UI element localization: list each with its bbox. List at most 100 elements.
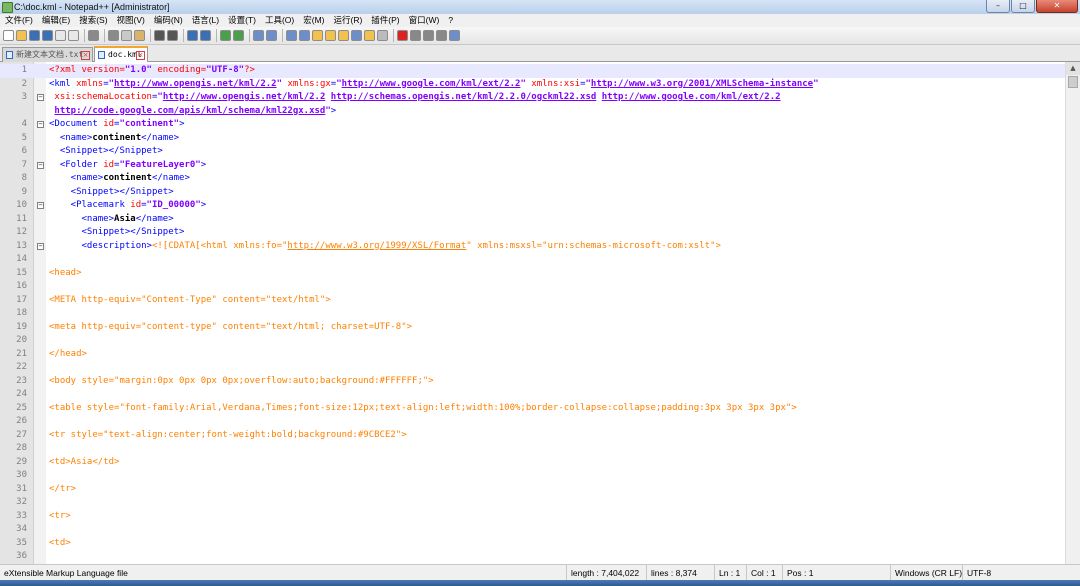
code-line[interactable]: 36: [0, 550, 1066, 564]
code-line[interactable]: 3 − xsi:schemaLocation="http://www.opengi…: [0, 91, 1066, 105]
fold-toggle-icon[interactable]: −: [37, 121, 44, 128]
minimize-button[interactable]: –: [986, 0, 1010, 13]
play-macro-icon[interactable]: [423, 30, 434, 41]
fold-toggle-icon[interactable]: −: [37, 94, 44, 101]
code-line[interactable]: 25 <table style="font-family:Arial,Verdan…: [0, 402, 1066, 416]
open-file-icon[interactable]: [16, 30, 27, 41]
save-all-icon[interactable]: [42, 30, 53, 41]
save-icon[interactable]: [29, 30, 40, 41]
sync-horizontal-icon[interactable]: [266, 30, 277, 41]
doc-map-icon[interactable]: [338, 30, 349, 41]
code-lines[interactable]: 1 <?xml version="1.0" encoding="UTF-8"?> 2…: [0, 64, 1066, 564]
code-line[interactable]: 32: [0, 496, 1066, 510]
menu-item-9[interactable]: 运行(R): [329, 14, 367, 27]
fold-toggle-icon[interactable]: −: [37, 242, 44, 250]
menu-item-7[interactable]: 工具(O): [261, 14, 299, 27]
folder-workspace-icon[interactable]: [364, 30, 375, 41]
menu-item-1[interactable]: 编辑(E): [38, 14, 75, 27]
menu-item-6[interactable]: 设置(T): [224, 14, 261, 27]
code-line[interactable]: 10 − <Placemark id="ID_00000">: [0, 199, 1066, 213]
code-line[interactable]: 15 <head>: [0, 267, 1066, 281]
editor[interactable]: 1 <?xml version="1.0" encoding="UTF-8"?> 2…: [0, 62, 1080, 564]
tab-close-icon[interactable]: ×: [81, 51, 90, 60]
stop-macro-icon[interactable]: [410, 30, 421, 41]
code-line[interactable]: 4 − <Document id="continent">: [0, 118, 1066, 132]
code-line[interactable]: http://code.google.com/apis/kml/schema/k…: [0, 105, 1066, 119]
show-all-chars-icon[interactable]: [299, 30, 310, 41]
code-line[interactable]: 35 <td>: [0, 537, 1066, 551]
menu-item-3[interactable]: 视图(V): [113, 14, 150, 27]
code-line[interactable]: 17 <META http-equiv="Content-Type" conten…: [0, 294, 1066, 308]
menu-item-5[interactable]: 语言(L): [188, 14, 224, 27]
code-line[interactable]: 21 </head>: [0, 348, 1066, 362]
code-line[interactable]: 11 <name>Asia</name>: [0, 213, 1066, 227]
cut-icon[interactable]: [108, 30, 119, 41]
code-line[interactable]: 24: [0, 388, 1066, 402]
code-line[interactable]: 26: [0, 415, 1066, 429]
run-macro-icon[interactable]: [436, 30, 447, 41]
code-line[interactable]: 7 − <Folder id="FeatureLayer0">: [0, 159, 1066, 173]
title-bar[interactable]: C:\doc.kml - Notepad++ [Administrator] –…: [0, 0, 1080, 15]
code-line[interactable]: 22: [0, 361, 1066, 375]
code-line[interactable]: 2 <kml xmlns="http://www.opengis.net/kml/…: [0, 78, 1066, 92]
tab-new-text-document[interactable]: 新建文本文档.txt ×: [2, 47, 93, 62]
status-eol[interactable]: Windows (CR LF): [890, 565, 962, 580]
code-line[interactable]: 23 <body style="margin:0px 0px 0px 0px;ov…: [0, 375, 1066, 389]
user-lang-icon[interactable]: [325, 30, 336, 41]
status-encoding[interactable]: UTF-8: [962, 565, 991, 580]
print-icon[interactable]: [88, 30, 99, 41]
find-icon[interactable]: [187, 30, 198, 41]
menu-item-8[interactable]: 宏(M): [299, 14, 329, 27]
save-macro-icon[interactable]: [449, 30, 460, 41]
close-icon[interactable]: [55, 30, 66, 41]
zoom-out-icon[interactable]: [233, 30, 244, 41]
code-line[interactable]: 29 <td>Asia</td>: [0, 456, 1066, 470]
code-line[interactable]: 13 − <description><![CDATA[<html xmlns:fo…: [0, 240, 1066, 254]
tab-doc-kml[interactable]: doc.kml ×: [94, 46, 148, 62]
menu-item-10[interactable]: 插件(P): [367, 14, 404, 27]
record-macro-icon[interactable]: [397, 30, 408, 41]
code-line[interactable]: 9 <Snippet></Snippet>: [0, 186, 1066, 200]
close-all-icon[interactable]: [68, 30, 79, 41]
fold-toggle-icon[interactable]: −: [37, 202, 44, 209]
sync-vertical-icon[interactable]: [253, 30, 264, 41]
scrollbar-thumb[interactable]: [1068, 76, 1078, 88]
menu-item-2[interactable]: 搜索(S): [75, 14, 112, 27]
code-line[interactable]: 30: [0, 469, 1066, 483]
menu-item-4[interactable]: 编码(N): [150, 14, 188, 27]
indent-guide-icon[interactable]: [312, 30, 323, 41]
code-line[interactable]: 34: [0, 523, 1066, 537]
menu-item-0[interactable]: 文件(F): [0, 14, 38, 27]
fold-toggle-icon[interactable]: −: [37, 161, 44, 169]
code-line[interactable]: 31 </tr>: [0, 483, 1066, 497]
scroll-up-arrow-icon[interactable]: ▲: [1066, 62, 1080, 75]
monitoring-icon[interactable]: [377, 30, 388, 41]
copy-icon[interactable]: [121, 30, 132, 41]
code-line[interactable]: 1 <?xml version="1.0" encoding="UTF-8"?>: [0, 64, 1066, 78]
menu-item-11[interactable]: 窗口(W): [405, 14, 445, 27]
menu-item-12[interactable]: ?: [444, 14, 458, 27]
code-line[interactable]: 12 <Snippet></Snippet>: [0, 226, 1066, 240]
word-wrap-icon[interactable]: [286, 30, 297, 41]
code-line[interactable]: 28: [0, 442, 1066, 456]
new-file-icon[interactable]: [3, 30, 14, 41]
paste-icon[interactable]: [134, 30, 145, 41]
code-line[interactable]: 6 <Snippet></Snippet>: [0, 145, 1066, 159]
code-line[interactable]: 20: [0, 334, 1066, 348]
undo-icon[interactable]: [154, 30, 165, 41]
code-line[interactable]: 14: [0, 253, 1066, 267]
redo-icon[interactable]: [167, 30, 178, 41]
vertical-scrollbar[interactable]: ▲: [1065, 62, 1080, 564]
code-line[interactable]: 33 <tr>: [0, 510, 1066, 524]
tab-close-icon[interactable]: ×: [136, 51, 145, 60]
code-line[interactable]: 19 <meta http-equiv="content-type" conten…: [0, 321, 1066, 335]
code-line[interactable]: 16: [0, 280, 1066, 294]
code-line[interactable]: 27 <tr style="text-align:center;font-weig…: [0, 429, 1066, 443]
maximize-button[interactable]: □: [1011, 0, 1035, 13]
function-list-icon[interactable]: [351, 30, 362, 41]
code-line[interactable]: 18: [0, 307, 1066, 321]
code-line[interactable]: 8 <name>continent</name>: [0, 172, 1066, 186]
replace-icon[interactable]: [200, 30, 211, 41]
close-window-button[interactable]: ✕: [1036, 0, 1078, 13]
code-line[interactable]: 5 <name>continent</name>: [0, 132, 1066, 146]
